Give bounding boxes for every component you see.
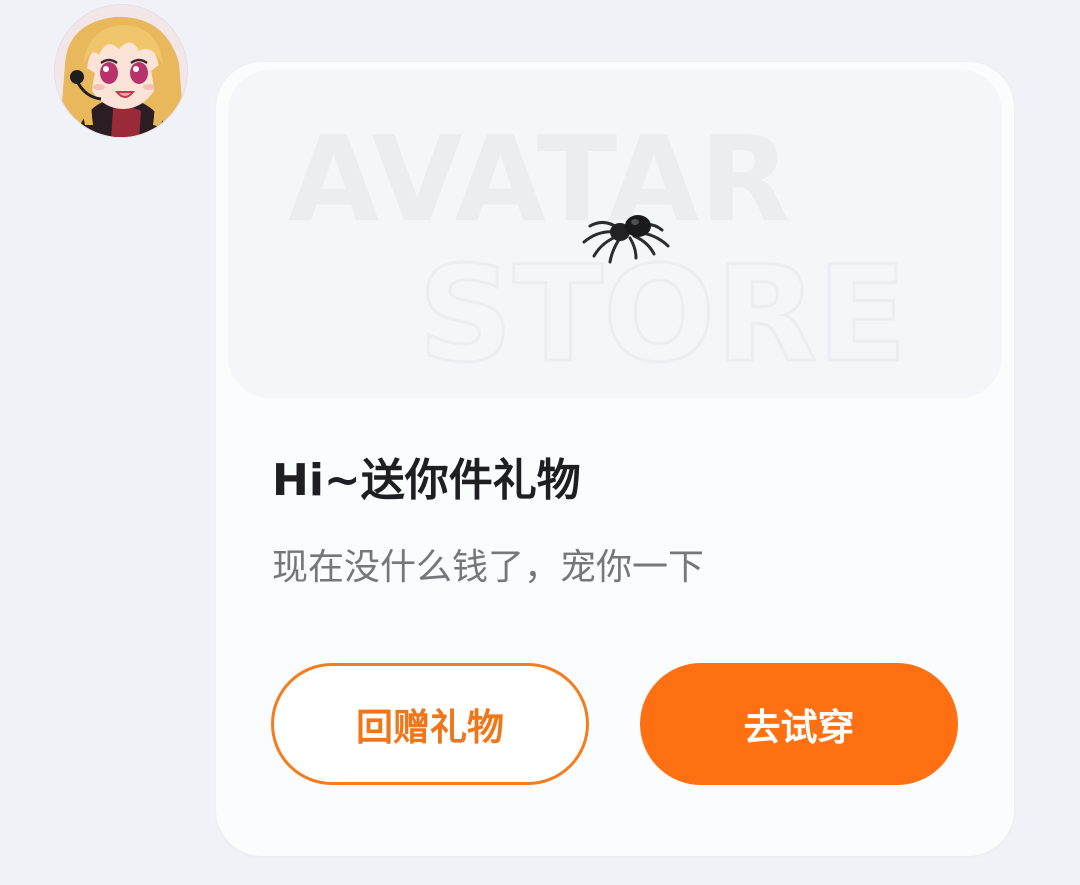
gift-title: Hi~送你件礼物	[272, 455, 581, 506]
try-on-label: 去试穿	[743, 706, 855, 749]
anime-girl-portrait	[55, 5, 187, 137]
watermark-store: STORE	[418, 238, 907, 392]
banner-artwork: AVATAR STORE	[288, 110, 909, 394]
return-gift-button[interactable]: 回赠礼物	[271, 663, 589, 785]
try-on-button[interactable]: 去试穿	[640, 663, 958, 785]
avatar[interactable]	[54, 4, 188, 138]
return-gift-label: 回赠礼物	[356, 706, 504, 749]
gift-subtitle: 现在没什么钱了，宠你一下	[272, 547, 705, 588]
avatar-store-banner: AVATAR STORE	[228, 70, 1002, 398]
gift-card: AVATAR STORE Hi~送你件礼物 现在没什么钱了，宠你一下 回赠礼物 …	[216, 62, 1014, 856]
watermark-avatar: AVATAR	[288, 110, 790, 248]
